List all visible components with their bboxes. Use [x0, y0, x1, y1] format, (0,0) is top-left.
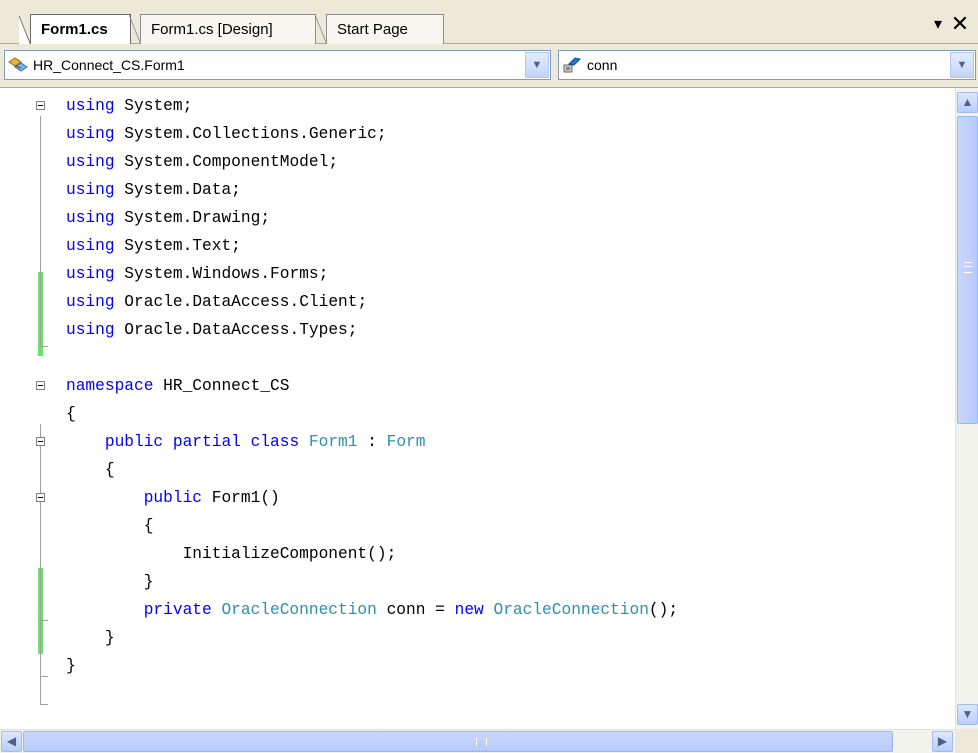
- code-line: public partial class Form1 : Form: [0, 428, 425, 456]
- members-dropdown-value: conn: [587, 57, 618, 73]
- collapse-icon[interactable]: [36, 381, 45, 390]
- members-dropdown[interactable]: conn ▼: [558, 50, 976, 80]
- type-token: Form: [386, 433, 426, 451]
- scroll-right-icon[interactable]: ▶: [932, 731, 953, 752]
- code-line: using System.Drawing;: [66, 209, 271, 227]
- keyword-token: namespace: [66, 377, 154, 395]
- code-editor[interactable]: using System; using System.Collections.G…: [0, 88, 955, 729]
- code-line: using Oracle.DataAccess.Client;: [66, 293, 368, 311]
- code-line: using System.Data;: [66, 181, 241, 199]
- type-token: OracleConnection: [221, 601, 377, 619]
- keyword-token: new: [454, 601, 484, 619]
- scroll-down-icon[interactable]: ▼: [957, 704, 978, 725]
- field-icon: [563, 57, 582, 73]
- code-line: }: [143, 573, 154, 591]
- code-line: }: [66, 657, 76, 675]
- keyword-token: public: [104, 433, 164, 451]
- code-area[interactable]: using System; using System.Collections.G…: [0, 92, 679, 680]
- horizontal-scroll-thumb[interactable]: [23, 731, 893, 752]
- code-line: using System.ComponentModel;: [66, 153, 339, 171]
- keyword-token: using: [66, 237, 115, 255]
- code-line: namespace HR_Connect_CS: [0, 372, 289, 400]
- code-line: InitializeComponent();: [182, 545, 397, 563]
- code-line: using System;: [0, 92, 192, 120]
- code-line: public Form1(): [0, 484, 280, 512]
- chevron-down-icon[interactable]: ▼: [950, 52, 974, 78]
- code-line: using System.Collections.Generic;: [66, 125, 387, 143]
- keyword-token: using: [66, 293, 115, 311]
- horizontal-scrollbar[interactable]: ◀ ▶: [0, 729, 955, 753]
- code-line: using Oracle.DataAccess.Types;: [66, 321, 358, 339]
- keyword-token: using: [66, 125, 115, 143]
- type-token: Form1: [308, 433, 358, 451]
- chevron-down-icon[interactable]: ▼: [525, 52, 549, 78]
- keyword-token: class: [250, 433, 300, 451]
- keyword-token: using: [66, 321, 115, 339]
- collapse-icon[interactable]: [36, 493, 45, 502]
- keyword-token: partial: [172, 433, 241, 451]
- types-dropdown[interactable]: HR_Connect_CS.Form1 ▼: [4, 50, 551, 80]
- tab-form1-design[interactable]: Form1.cs [Design]: [129, 14, 316, 45]
- types-dropdown-value: HR_Connect_CS.Form1: [33, 57, 185, 73]
- close-icon[interactable]: ✕: [949, 13, 971, 35]
- keyword-token: using: [66, 209, 115, 227]
- scroll-left-icon[interactable]: ◀: [1, 731, 22, 752]
- class-icon: [8, 57, 28, 72]
- grip-icon: [964, 262, 972, 273]
- code-line: using System.Windows.Forms;: [66, 265, 329, 283]
- collapse-icon[interactable]: [36, 101, 45, 110]
- scroll-up-icon[interactable]: ▲: [957, 92, 978, 113]
- keyword-token: using: [66, 153, 115, 171]
- code-line: {: [66, 405, 76, 423]
- code-line: private OracleConnection conn = new Orac…: [143, 601, 679, 619]
- tab-form1-cs[interactable]: Form1.cs: [19, 14, 131, 46]
- navigation-bar: HR_Connect_CS.Form1 ▼ conn ▼: [0, 44, 978, 88]
- tab-start-page[interactable]: Start Page: [315, 14, 444, 45]
- code-line: }: [104, 629, 115, 647]
- vertical-scrollbar[interactable]: ▲ ▼: [955, 88, 978, 729]
- keyword-token: using: [66, 97, 115, 115]
- collapse-icon[interactable]: [36, 437, 45, 446]
- grip-icon: [476, 738, 487, 746]
- document-tab-strip: Form1.cs Form1.cs [Design] Start Page ▾ …: [0, 0, 978, 46]
- scrollbar-corner: [955, 729, 978, 753]
- code-line: {: [104, 461, 115, 479]
- keyword-token: using: [66, 265, 115, 283]
- code-line: using System.Text;: [66, 237, 241, 255]
- keyword-token: using: [66, 181, 115, 199]
- keyword-token: private: [143, 601, 212, 619]
- type-token: OracleConnection: [493, 601, 649, 619]
- keyword-token: public: [143, 489, 203, 507]
- vertical-scroll-thumb[interactable]: [957, 116, 978, 424]
- active-files-dropdown-icon[interactable]: ▾: [928, 14, 948, 36]
- code-line: {: [143, 517, 154, 535]
